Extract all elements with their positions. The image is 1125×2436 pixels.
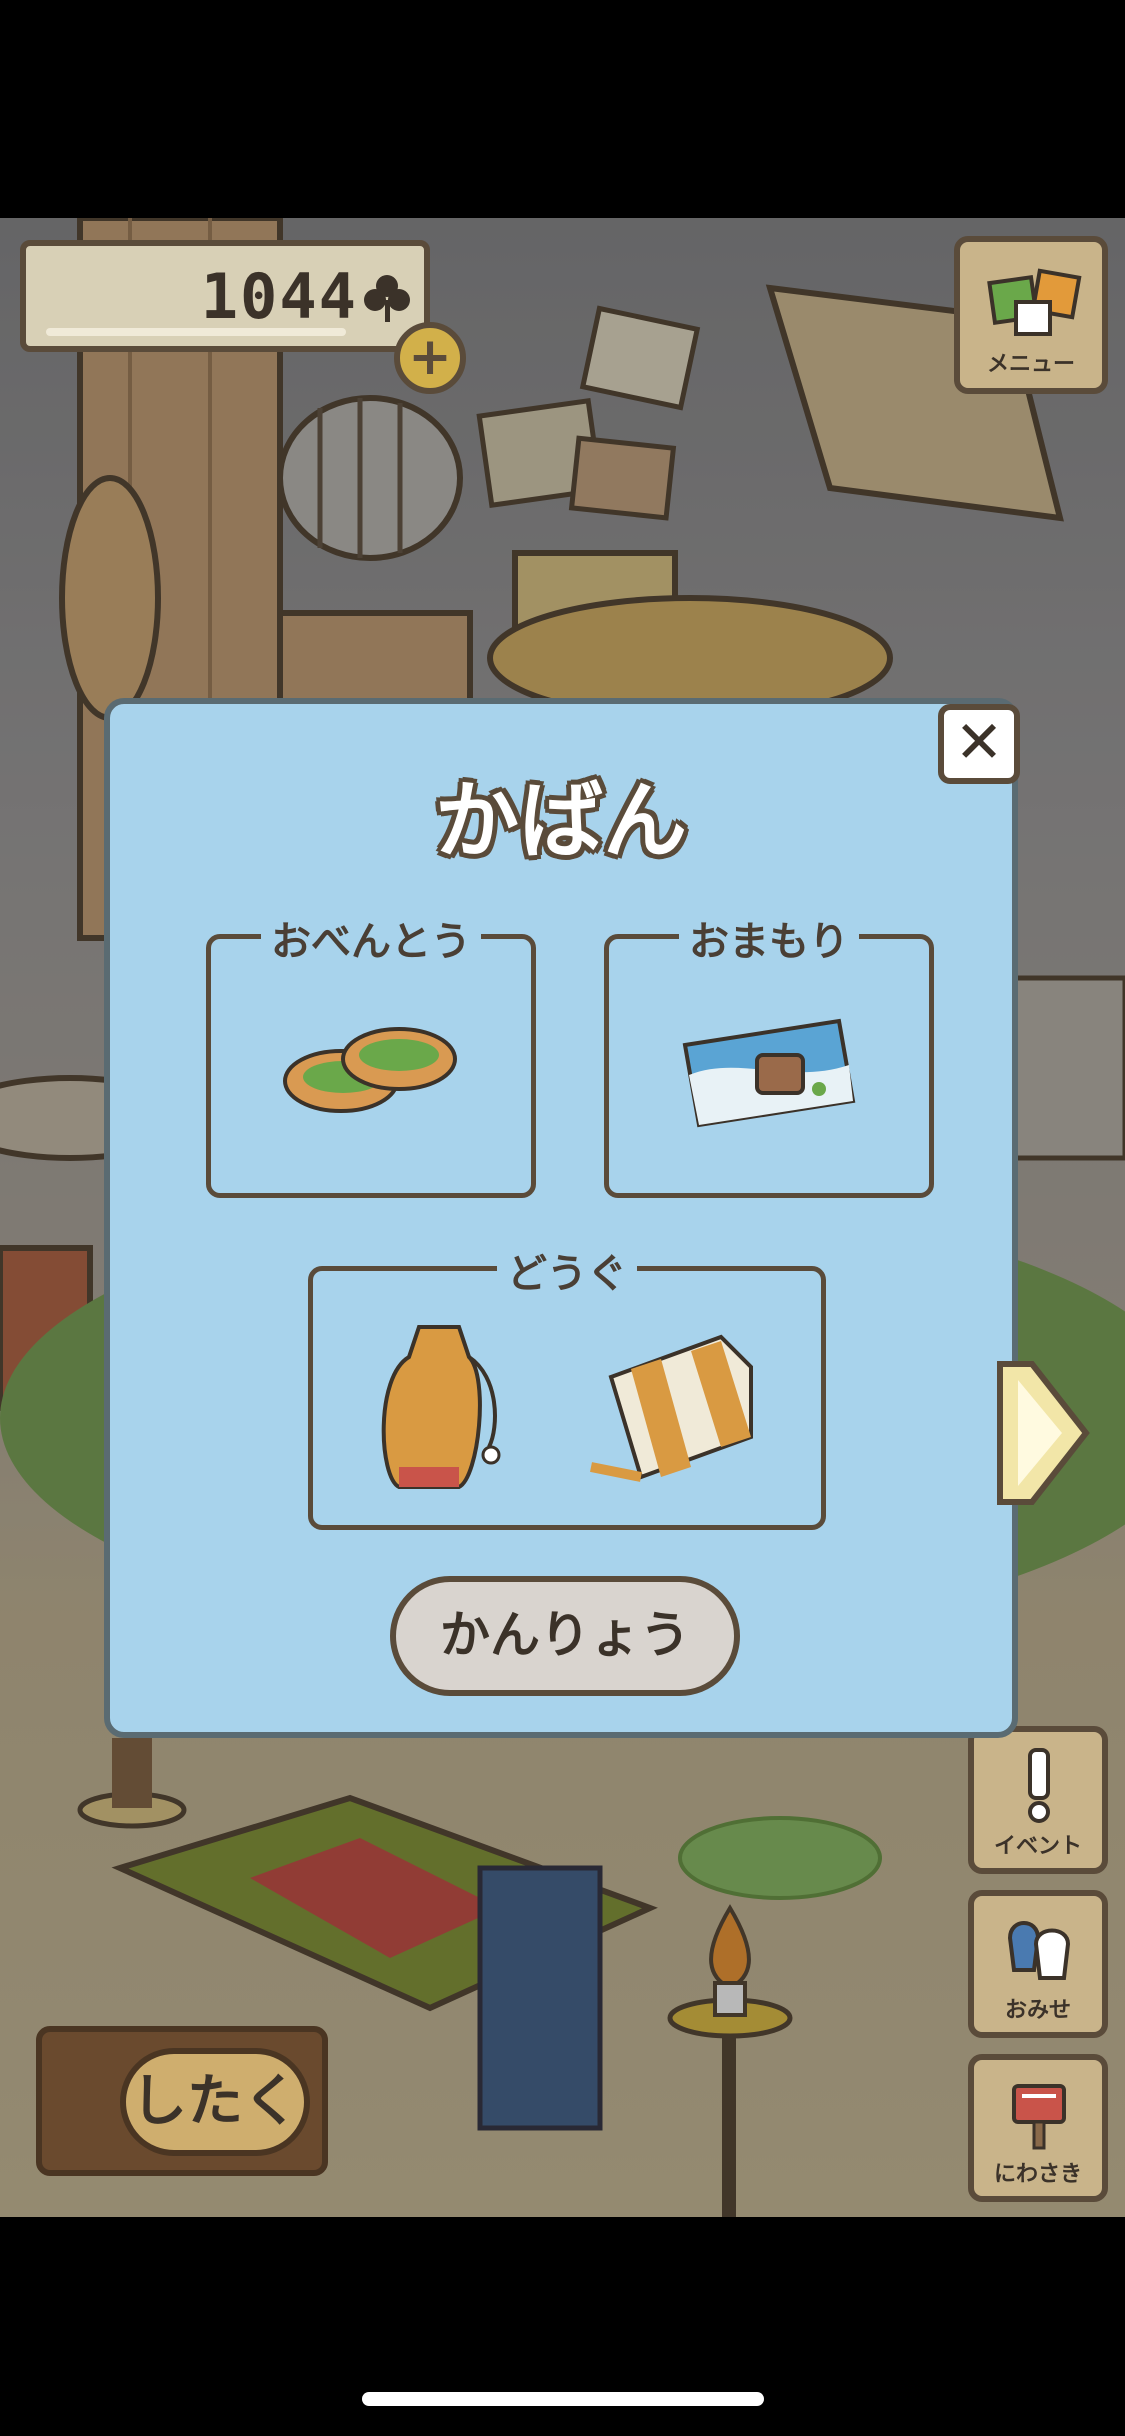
close-button[interactable]: ✕ bbox=[938, 704, 1020, 784]
clover-counter: 1044 bbox=[20, 240, 430, 352]
postcard-bag-icon bbox=[682, 1018, 856, 1128]
shop-bags-icon bbox=[1007, 1921, 1071, 1980]
next-page-arrow-icon[interactable] bbox=[992, 1358, 1092, 1508]
charm-slot[interactable]: おまもり bbox=[604, 909, 934, 1198]
game-scene: 1044 + メニュー イベント おみせ にわさき したく かばん ✕ おべんと… bbox=[0, 218, 1125, 2217]
done-button[interactable]: かんりょう bbox=[390, 1576, 740, 1696]
exclamation-icon bbox=[1028, 1748, 1050, 1823]
tools-slot-label: どうぐ bbox=[497, 1241, 637, 1299]
menu-button[interactable]: メニュー bbox=[954, 236, 1108, 394]
prepare-button[interactable]: したく bbox=[36, 2026, 328, 2176]
shop-button[interactable]: おみせ bbox=[968, 1890, 1108, 2038]
dialog-title: かばん bbox=[434, 772, 687, 870]
mailbox-icon bbox=[1012, 2084, 1066, 2150]
clover-count: 1044 bbox=[200, 260, 358, 333]
garden-button[interactable]: にわさき bbox=[968, 2054, 1108, 2202]
lunch-slot[interactable]: おべんとう bbox=[206, 909, 536, 1198]
clover-icon bbox=[364, 275, 410, 322]
lunch-slot-label: おべんとう bbox=[261, 909, 481, 967]
buy-clover-button[interactable]: + bbox=[394, 322, 466, 394]
menu-squares-icon bbox=[987, 268, 1082, 336]
garden-label: にわさき bbox=[993, 2162, 1082, 2187]
event-label: イベント bbox=[993, 1834, 1082, 1859]
home-indicator[interactable] bbox=[362, 2392, 764, 2406]
prepare-label: したく bbox=[120, 2048, 310, 2156]
event-button[interactable]: イベント bbox=[968, 1726, 1108, 1874]
counter-underline bbox=[46, 328, 346, 336]
menu-label: メニュー bbox=[986, 352, 1075, 377]
bread-sandwich-icon bbox=[283, 1027, 457, 1113]
shop-label: おみせ bbox=[1004, 1998, 1071, 2023]
tools-slot[interactable]: どうぐ bbox=[308, 1241, 826, 1530]
drawstring-bottle-icon bbox=[381, 1325, 501, 1489]
charm-slot-label: おまもり bbox=[679, 909, 859, 967]
bag-dialog: かばん ✕ おべんとう おまもり どうぐ かんりょう bbox=[104, 698, 1020, 1738]
striped-scarf-icon bbox=[590, 1334, 753, 1482]
